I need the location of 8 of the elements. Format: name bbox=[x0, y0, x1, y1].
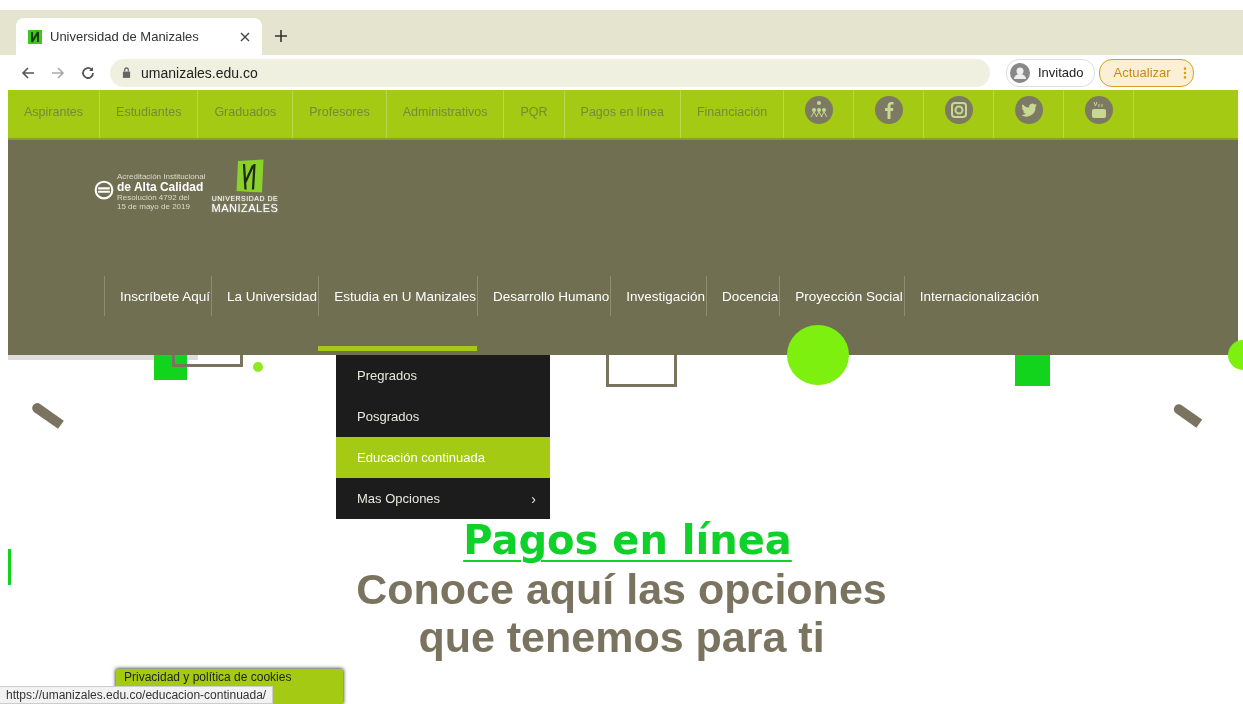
hero-subtitle: Conoce aquí las opciones bbox=[356, 565, 887, 613]
logo-text: MANIZALES bbox=[211, 203, 279, 214]
status-url-tooltip: https://umanizales.edu.co/educacion-continuada/ bbox=[0, 686, 274, 704]
accreditation-text: 15 de mayo de 2019 bbox=[117, 202, 191, 211]
hero-subtitle: que tenemos para ti bbox=[418, 613, 825, 661]
accreditation-text: de Alta Calidad bbox=[117, 181, 205, 193]
accreditation-text: Acreditación Institucional bbox=[117, 172, 206, 181]
accreditation-text: Resolución 4792 del bbox=[117, 193, 191, 202]
